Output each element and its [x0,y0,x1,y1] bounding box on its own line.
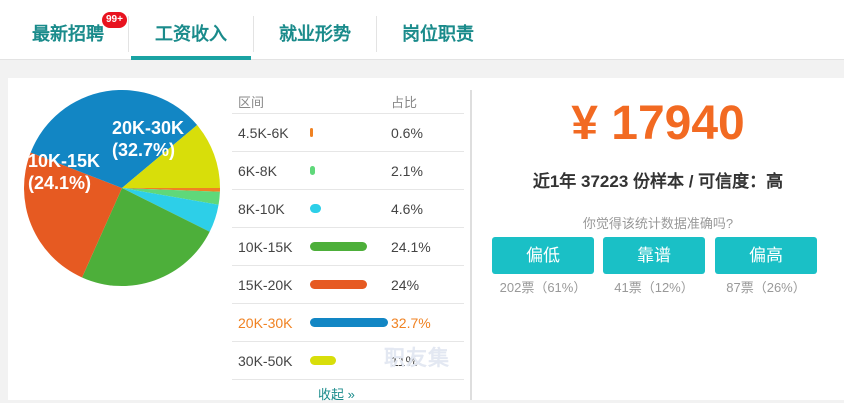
tab-bar: 最新招聘 99+ 工资收入 就业形势 岗位职责 [0,0,844,60]
vote-high-button[interactable]: 偏高 [715,237,817,274]
tab-label: 岗位职责 [402,24,474,44]
row-bar [310,242,368,251]
table-row: 8K-10K 4.6% [232,190,464,228]
column-header-percent: 占比 [391,95,418,110]
row-bar [310,166,315,175]
tab-salary[interactable]: 工资收入 [131,0,251,60]
pie-label-range: 10K-15K [28,151,101,171]
row-bar [310,356,337,365]
pie-label-percent: (24.1%) [28,173,92,193]
table-header: 区间 占比 [232,88,464,114]
tab-employment[interactable]: 就业形势 [256,0,374,60]
row-range: 10K-15K [238,239,293,255]
salary-range-table: 区间 占比 4.5K-6K 0.6% 6K-8K 2.1% 8K-10K 4.6% 10K-… [232,88,464,380]
row-percent: 24% [391,277,420,293]
average-salary: ¥ 17940 [571,97,745,150]
row-range: 30K-50K [238,353,293,369]
row-range: 6K-8K [238,163,277,179]
pie-label-percent: (32.7%) [112,140,176,160]
pie-label-range: 20K-30K [112,118,185,138]
notification-badge: 99+ [102,12,127,28]
row-percent: 0.6% [391,125,423,141]
vote-low-button[interactable]: 偏低 [492,237,594,274]
table-rows: 4.5K-6K 0.6% 6K-8K 2.1% 8K-10K 4.6% 10K-15K 24.… [232,114,464,380]
row-percent: 4.6% [391,201,423,217]
accuracy-question: 你觉得该统计数据准确吗? [582,216,734,231]
vote-high-count: 87票（26%） [726,280,806,295]
vote-low-count: 202票（61%） [499,280,587,295]
row-range: 20K-30K [238,315,293,331]
table-row: 4.5K-6K 0.6% [232,114,464,152]
row-bar [310,204,321,213]
row-percent: 32.7% [391,315,431,331]
pie-label-20k-30k: 20K-30K (32.7%) [112,117,184,161]
tab-label: 就业形势 [279,24,351,44]
tab-divider [376,16,377,52]
row-bar [310,318,388,327]
pie-label-10k-15k: 10K-15K (24.1%) [28,150,100,194]
table-row: 15K-20K 24% [232,266,464,304]
tab-divider [253,16,254,52]
table-row: 20K-30K 32.7% [232,304,464,342]
table-row: 10K-15K 24.1% [232,228,464,266]
vote-accurate-button[interactable]: 靠谱 [603,237,705,274]
row-bar [310,128,313,137]
tab-latest-jobs[interactable]: 最新招聘 [18,0,118,60]
tab-duties[interactable]: 岗位职责 [378,0,498,60]
collapse-link[interactable]: 收起 » [318,384,355,403]
row-bar [310,280,368,289]
tab-divider [128,16,129,52]
row-percent: 2.1% [391,163,423,179]
tab-label: 最新招聘 [32,24,104,44]
watermark-logo: 职友集 [384,347,450,370]
row-range: 15K-20K [238,277,293,293]
row-range: 8K-10K [238,201,285,217]
tab-label: 工资收入 [155,24,227,44]
vote-accurate-count: 41票（12%） [614,280,694,295]
column-header-range: 区间 [238,95,265,110]
row-percent: 24.1% [391,239,431,255]
sample-info: 近1年 37223 份样本 / 可信度：高 [532,172,784,191]
table-row: 6K-8K 2.1% [232,152,464,190]
row-range: 4.5K-6K [238,125,289,141]
